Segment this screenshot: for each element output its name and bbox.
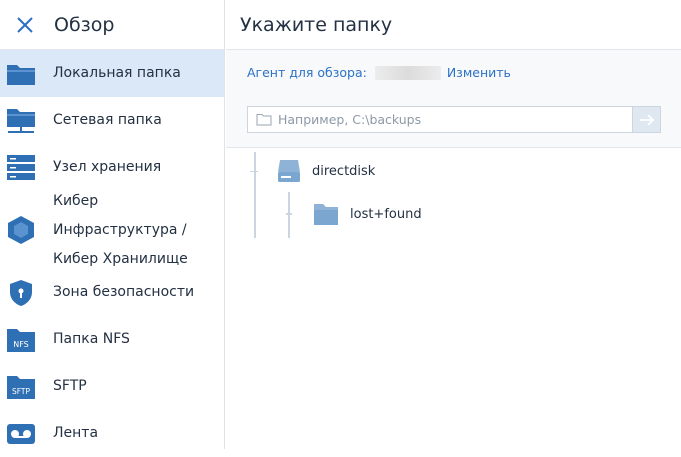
tree-guide-line (286, 213, 292, 215)
storage-node-icon (0, 151, 42, 185)
svg-text:SFTP: SFTP (12, 387, 31, 396)
folder-tree: directdisk lost+found (226, 148, 681, 449)
sidebar-item-label: Кибер Инфраструктура / (53, 192, 187, 238)
sidebar-item-label: Лента (53, 425, 99, 441)
tree-guide-line (288, 192, 290, 238)
sidebar-item-tape[interactable]: Лента (0, 410, 224, 457)
page-title: Укажите папку (226, 0, 681, 50)
tree-guide-line (250, 171, 258, 172)
path-input[interactable] (278, 107, 632, 132)
change-agent-link[interactable]: Изменить (447, 65, 511, 80)
nfs-folder-icon: NFS (0, 323, 42, 357)
folder-outline-icon (256, 113, 272, 127)
shield-icon (0, 276, 42, 310)
sidebar-item-nfs-folder[interactable]: NFS Папка NFS (0, 316, 224, 363)
main-panel: Укажите папку Агент для обзора: Изменить (226, 0, 681, 449)
sidebar-title: Обзор (54, 13, 115, 36)
sidebar-item-local-folder[interactable]: Локальная папка (0, 50, 224, 97)
sidebar-item-network-folder[interactable]: Сетевая папка (0, 97, 224, 144)
sftp-icon: SFTP (0, 370, 42, 404)
folder-icon (0, 57, 42, 91)
sidebar-item-label: Локальная папка (53, 65, 181, 81)
tree-node-directdisk[interactable]: directdisk (277, 158, 375, 184)
agent-row: Агент для обзора: Изменить (247, 65, 511, 80)
sidebar-item-label: Зона безопасности (53, 284, 195, 300)
agent-label: Агент для обзора: (247, 65, 367, 80)
tape-icon (0, 417, 42, 451)
cyber-infrastructure-icon (0, 213, 42, 247)
sidebar-header: Обзор (0, 0, 224, 50)
path-box (247, 106, 661, 133)
disk-icon (278, 160, 300, 182)
sidebar: Обзор Локальная папка Сетевая папка Узел… (0, 0, 225, 449)
agent-name-redacted (374, 65, 441, 80)
network-folder-icon (0, 104, 42, 138)
go-button[interactable] (632, 107, 660, 132)
tree-guide-line (254, 152, 256, 238)
sidebar-item-label: SFTP (53, 378, 87, 394)
sidebar-item-label: Сетевая папка (53, 112, 162, 128)
close-button[interactable] (13, 13, 37, 37)
tree-node-label: lost+found (350, 206, 422, 222)
svg-text:NFS: NFS (13, 340, 29, 349)
arrow-right-icon (639, 113, 654, 126)
browse-controls: Агент для обзора: Изменить (226, 50, 681, 148)
tree-node-label: directdisk (312, 163, 376, 179)
sidebar-item-sftp[interactable]: SFTP SFTP (0, 363, 224, 410)
sidebar-item-cyber-infrastructure[interactable]: Кибер Инфраструктура / Кибер Хранилище (0, 191, 224, 269)
sidebar-item-label: Узел хранения (53, 159, 162, 175)
folder-icon (314, 204, 338, 225)
sidebar-item-label-line2: Кибер Хранилище (53, 250, 188, 267)
sidebar-item-security-zone[interactable]: Зона безопасности (0, 269, 224, 316)
sidebar-item-storage-node[interactable]: Узел хранения (0, 144, 224, 191)
tree-node-lost-found[interactable]: lost+found (313, 202, 422, 226)
close-icon (17, 16, 33, 33)
sidebar-item-label: Папка NFS (53, 331, 130, 347)
